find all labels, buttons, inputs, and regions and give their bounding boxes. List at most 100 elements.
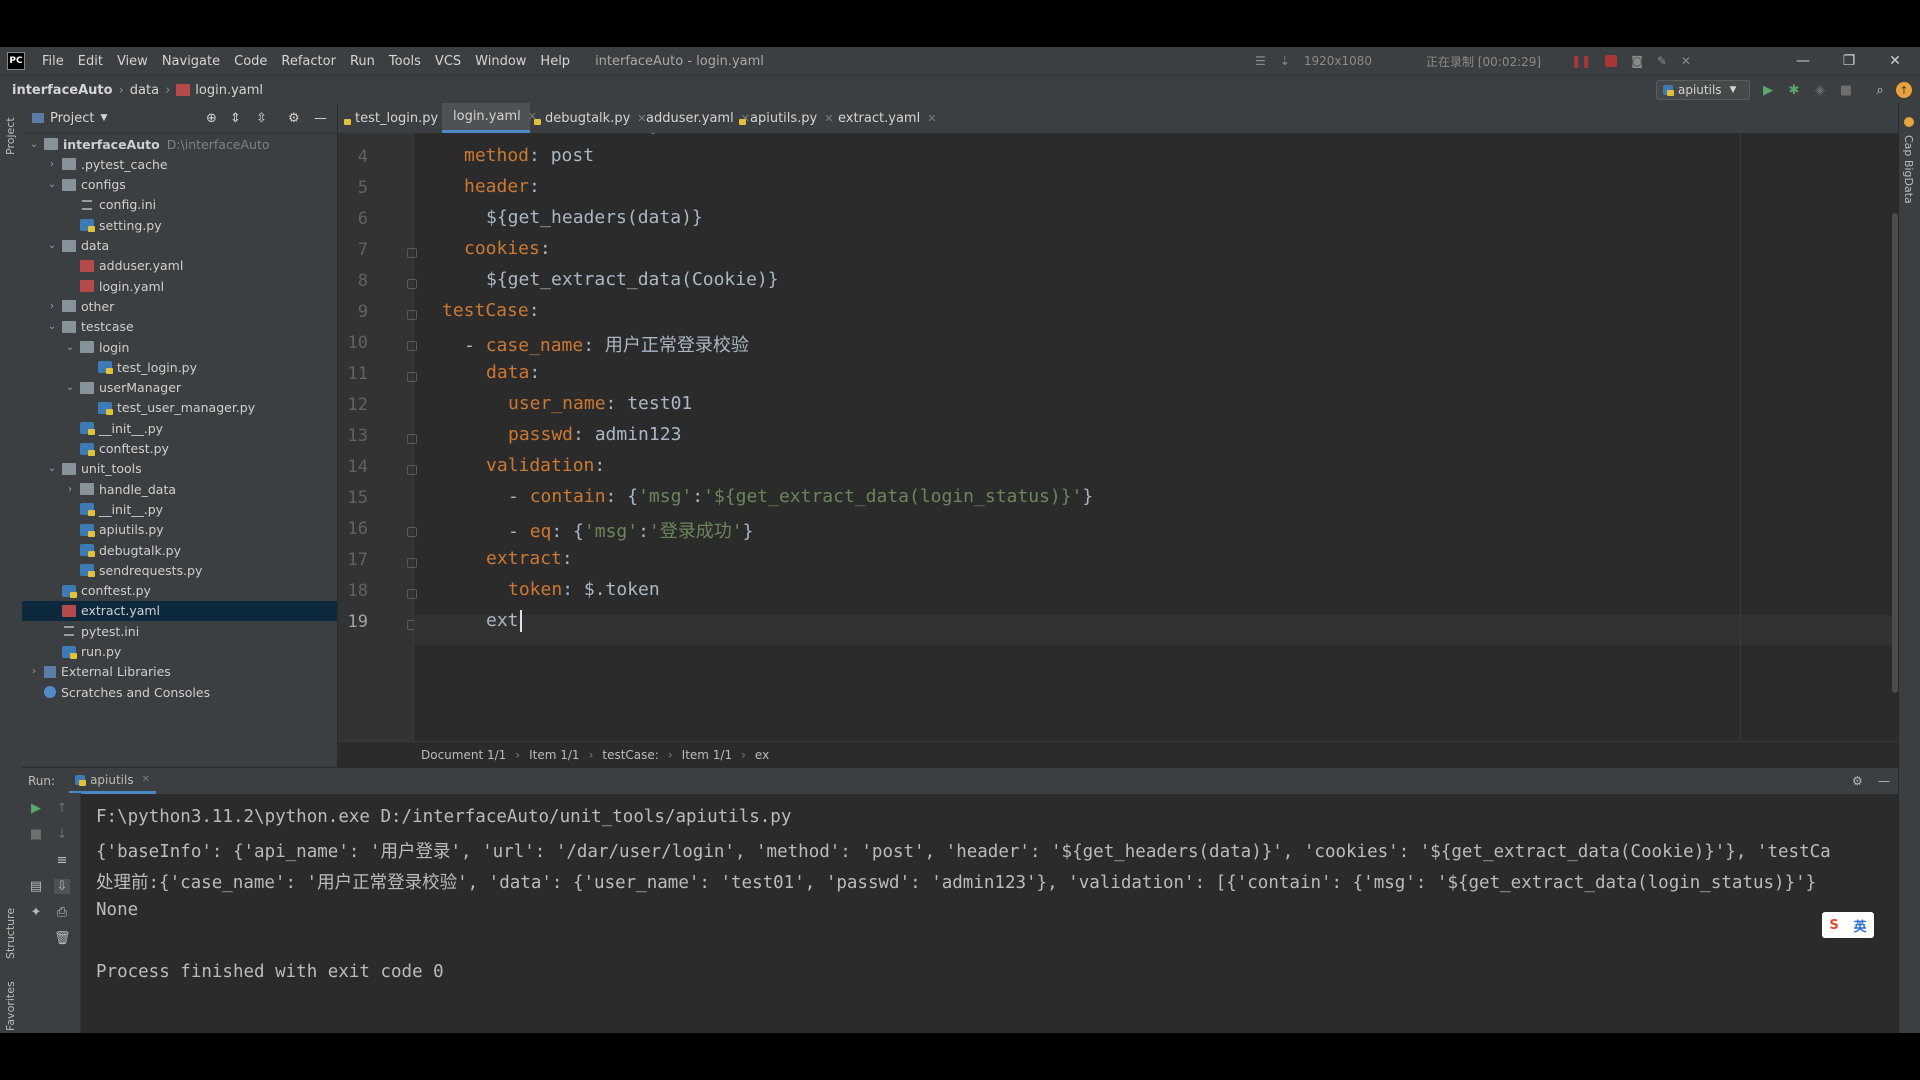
chevron-right-icon[interactable]: › [46,159,58,170]
pause-icon[interactable]: ❚❚ [1571,54,1591,68]
code-line[interactable]: - eq: {'msg':'登录成功'} [508,517,753,543]
tree-item[interactable]: ⌄ testcase [22,317,337,337]
fold-marker-icon[interactable] [407,248,417,258]
pin-icon[interactable]: ✦ [28,905,44,920]
code-line[interactable]: extract: [486,548,573,569]
menu-refactor[interactable]: Refactor [274,54,343,69]
coverage-icon[interactable]: ◈ [1812,82,1828,98]
fold-marker-icon[interactable] [407,279,417,289]
tree-item[interactable]: apiutils.py [22,520,337,540]
tree-item[interactable]: Scratches and Consoles [22,682,337,702]
ime-indicator[interactable]: S 英 [1822,912,1874,938]
tab-test_login-py[interactable]: test_login.py✕ [344,103,454,133]
debug-icon[interactable]: ✱ [1786,82,1802,98]
breadcrumb-folder[interactable]: data [130,83,159,98]
code-line[interactable]: header: [464,176,540,197]
chevron-down-icon[interactable]: ⌄ [46,463,58,474]
tab-apiutils-py[interactable]: apiutils.py ✕ [739,103,833,133]
breadcrumb-file[interactable]: login.yaml [195,83,263,98]
list-icon[interactable]: ☰ [1255,54,1266,68]
structure-tool-tab[interactable]: Structure [4,908,17,959]
tab-debugtalk-py[interactable]: debugtalk.py ✕ [534,103,647,133]
stop-icon[interactable]: ■ [1838,82,1854,98]
stop-icon[interactable]: ■ [28,827,44,842]
chevron-down-icon[interactable]: ⌄ [28,139,40,150]
code-line[interactable]: url: /dar/user/login [464,133,681,135]
tab-extract-yaml[interactable]: extract.yaml ✕ [827,103,936,133]
menu-file[interactable]: File [35,54,71,69]
tree-item[interactable]: pytest.ini [22,621,337,641]
fold-marker-icon[interactable] [407,372,417,382]
code-line[interactable]: cookies: [464,238,551,259]
close-window-button[interactable]: ✕ [1872,47,1918,75]
tree-item[interactable]: adduser.yaml [22,256,337,276]
fold-marker-icon[interactable] [407,558,417,568]
menu-tools[interactable]: Tools [382,54,428,69]
code-line[interactable]: passwd: admin123 [508,424,681,445]
structure-crumb[interactable]: Item 1/1 [529,748,579,762]
chevron-down-icon[interactable]: ⌄ [46,240,58,251]
restore-button[interactable]: ❐ [1826,47,1872,75]
menu-code[interactable]: Code [227,54,274,69]
down-icon[interactable]: ↓ [54,827,70,842]
tree-item[interactable]: debugtalk.py [22,540,337,560]
structure-crumb[interactable]: testCase: [602,748,658,762]
collapse-all-icon[interactable]: ⇳ [256,111,267,126]
tree-item[interactable]: sendrequests.py [22,560,337,580]
search-icon[interactable]: ⌕ [1872,82,1888,98]
chevron-down-icon[interactable]: ▼ [100,113,107,123]
tab-login-yaml[interactable]: login.yaml ✕ [442,103,537,133]
tree-item[interactable]: › other [22,296,337,316]
project-view-selector[interactable]: Project [50,111,94,126]
chevron-down-icon[interactable]: ⌄ [46,321,58,332]
run-icon[interactable]: ▶ [1760,82,1776,98]
run-config-select[interactable]: apiutils ▼ [1656,80,1750,100]
update-icon[interactable]: ↑ [1896,82,1912,98]
chevron-down-icon[interactable]: ⌄ [46,179,58,190]
tree-item[interactable]: ⌄ userManager [22,378,337,398]
tree-item[interactable]: › handle_data [22,479,337,499]
chevron-right-icon[interactable]: › [46,301,58,312]
rerun-icon[interactable]: ▶ [28,801,44,816]
fold-marker-icon[interactable] [407,589,417,599]
code-editor[interactable]: 3 4 5 6 7 8 9 10 11 12 13 14 15 16 17 18 19 url: /dar/us… [338,133,1898,741]
run-tab[interactable]: apiutils ✕ [69,768,156,794]
tree-item[interactable]: ⌄ configs [22,175,337,195]
hide-panel-icon[interactable]: — [314,111,327,126]
code-line[interactable]: method: post [464,145,594,166]
pin-icon[interactable]: ⇣ [1280,54,1290,68]
menu-run[interactable]: Run [343,54,382,69]
scroll-to-end-icon[interactable]: ⇩ [54,879,70,894]
menu-edit[interactable]: Edit [71,54,110,69]
fold-marker-icon[interactable] [407,527,417,537]
soft-wrap-icon[interactable]: ≡ [54,853,70,868]
tab-adduser-yaml[interactable]: adduser.yaml ✕ [635,103,750,133]
code-line[interactable]: - contain: {'msg':'${get_extract_data(lo… [508,486,1093,507]
tree-item[interactable]: test_login.py [22,357,337,377]
hide-panel-icon[interactable]: — [1878,774,1890,788]
tree-item[interactable]: ⌄ data [22,236,337,256]
code-line[interactable]: ${get_extract_data(Cookie)} [486,269,779,290]
code-line[interactable]: testCase: [442,300,540,321]
tree-item[interactable]: login.yaml [22,276,337,296]
tree-item[interactable]: ⌄ interfaceAuto D:\interfaceAuto [22,134,337,154]
code-line[interactable]: ext [486,610,522,632]
trash-icon[interactable]: 🗑 [54,931,71,946]
fold-marker-icon[interactable] [407,341,417,351]
close-tab-icon[interactable]: ✕ [927,112,936,125]
code-line[interactable]: user_name: test01 [508,393,692,414]
favorites-tool-tab[interactable]: Favorites [4,981,17,1031]
breadcrumb-project[interactable]: interfaceAuto [12,83,113,98]
stop-record-icon[interactable] [1605,55,1618,67]
locate-icon[interactable]: ⊕ [206,111,217,126]
chevron-right-icon[interactable]: › [28,666,40,677]
tree-item[interactable]: conftest.py [22,439,337,459]
tree-item[interactable]: extract.yaml [22,600,337,621]
tree-item[interactable]: › .pytest_cache [22,154,337,174]
gear-icon[interactable]: ⚙ [288,111,300,126]
structure-crumb[interactable]: ex [755,748,769,762]
close-recorder-icon[interactable]: ✕ [1681,54,1691,68]
project-tool-tab[interactable]: Project [4,117,17,155]
code-line[interactable]: validation: [486,455,605,476]
menu-view[interactable]: View [110,54,155,69]
